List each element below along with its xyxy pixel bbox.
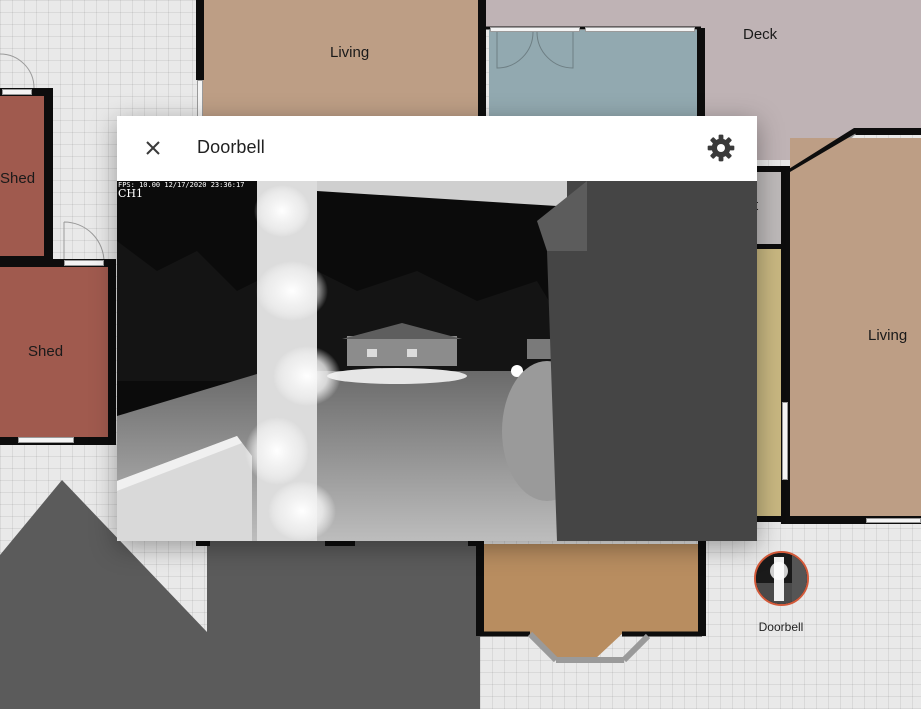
room-living-top[interactable] [200, 0, 482, 130]
room-porch[interactable] [476, 536, 706, 666]
camera-image [117, 181, 757, 541]
room-label-shed-bottom: Shed [28, 343, 64, 360]
door-arc [496, 32, 574, 69]
close-button[interactable] [137, 132, 169, 164]
doorbell-camera-badge[interactable] [754, 551, 809, 606]
dialog-header: Doorbell [117, 116, 757, 181]
camera-channel-label: CH1 [118, 187, 144, 200]
doorbell-thumbnail [756, 553, 807, 604]
camera-feed[interactable]: FPS: 10.00 12/17/2020 23:36:17 CH1 [117, 181, 757, 541]
room-label-shed-top: Shed [0, 170, 36, 187]
close-icon [146, 141, 160, 155]
bay-window [784, 128, 921, 172]
gear-icon [707, 134, 735, 162]
doorbell-badge-label: Doorbell [758, 620, 804, 634]
room-label-deck: Deck [743, 26, 778, 43]
settings-button[interactable] [705, 132, 737, 164]
room-label-living-top: Living [330, 44, 370, 61]
dialog-title: Doorbell [197, 137, 265, 157]
room-label-living-right: Living [868, 327, 908, 344]
camera-dialog: Doorbell FPS: 10.00 12/17/2020 23:36:17 … [117, 116, 757, 541]
